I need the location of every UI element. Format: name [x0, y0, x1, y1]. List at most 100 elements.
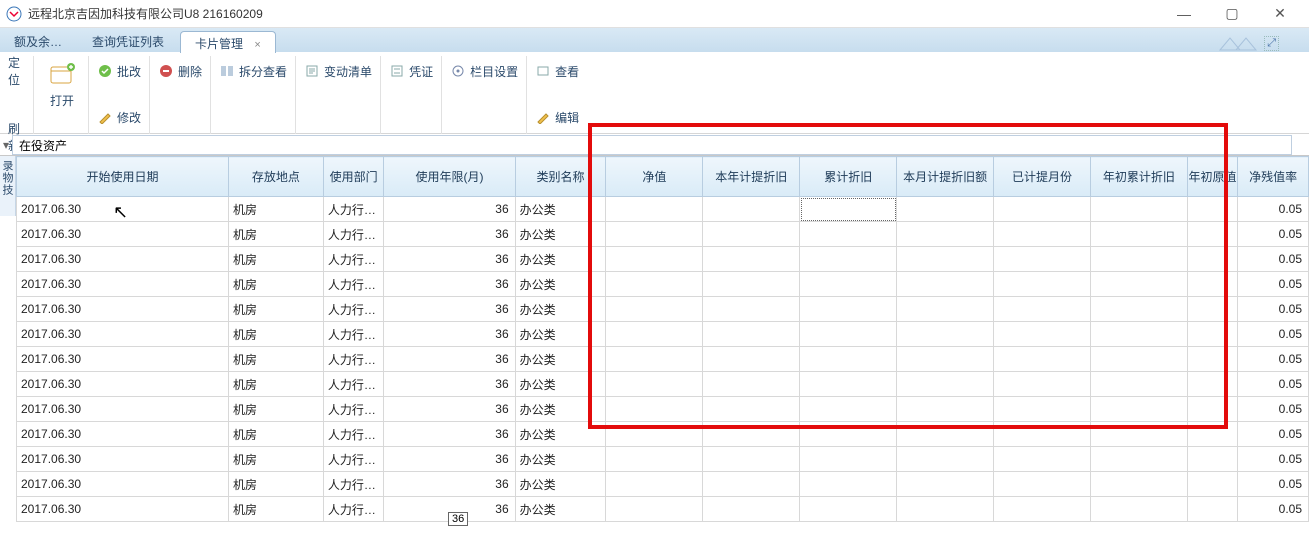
col-dept[interactable]: 使用部门 [323, 157, 384, 197]
cell-acc_dep[interactable] [800, 197, 897, 222]
cell-net_value[interactable] [606, 447, 703, 472]
table-row[interactable]: 2017.06.30机房人力行…36办公类0.05 [17, 272, 1309, 297]
cell-acc_dep[interactable] [800, 322, 897, 347]
cell-ytd_dep[interactable] [703, 347, 800, 372]
cell-acc_dep[interactable] [800, 297, 897, 322]
cell-life_months[interactable]: 36 [384, 422, 515, 447]
cell-yb_acc_dep[interactable] [1090, 472, 1187, 497]
tab-balance[interactable]: 额及余… [0, 30, 76, 52]
split-view-button[interactable]: 拆分查看 [237, 63, 289, 80]
cell-salvage_rate[interactable]: 0.05 [1238, 422, 1309, 447]
cell-salvage_rate[interactable]: 0.05 [1238, 347, 1309, 372]
cell-ytd_dep[interactable] [703, 472, 800, 497]
cell-acc_dep[interactable] [800, 422, 897, 447]
cell-life_months[interactable]: 36 [384, 297, 515, 322]
cell-yb_acc_dep[interactable] [1090, 272, 1187, 297]
cell-yb_orig[interactable] [1187, 497, 1237, 522]
cell-ytd_dep[interactable] [703, 247, 800, 272]
filter-input[interactable]: 在役资产 [12, 135, 1292, 155]
cell-yb_orig[interactable] [1187, 397, 1237, 422]
cell-salvage_rate[interactable]: 0.05 [1238, 397, 1309, 422]
cell-yb_orig[interactable] [1187, 422, 1237, 447]
cell-mtd_dep[interactable] [897, 497, 994, 522]
cell-salvage_rate[interactable]: 0.05 [1238, 497, 1309, 522]
cell-mtd_dep[interactable] [897, 397, 994, 422]
view-button[interactable]: 查看 [553, 63, 581, 80]
cell-months_dep[interactable] [994, 197, 1091, 222]
cell-acc_dep[interactable] [800, 497, 897, 522]
cell-location[interactable]: 机房 [228, 222, 323, 247]
cell-life_months[interactable]: 36 [384, 197, 515, 222]
cell-start_date[interactable]: 2017.06.30 [17, 197, 229, 222]
col-yb_orig[interactable]: 年初原值 [1187, 157, 1237, 197]
table-row[interactable]: 2017.06.30机房人力行…36办公类0.05 [17, 422, 1309, 447]
cell-life_months[interactable]: 36 [384, 222, 515, 247]
cell-net_value[interactable] [606, 322, 703, 347]
cell-mtd_dep[interactable] [897, 472, 994, 497]
cell-start_date[interactable]: 2017.06.30 [17, 422, 229, 447]
cell-location[interactable]: 机房 [228, 472, 323, 497]
col-yb_acc_dep[interactable]: 年初累计折旧 [1090, 157, 1187, 197]
cell-salvage_rate[interactable]: 0.05 [1238, 197, 1309, 222]
cell-dept[interactable]: 人力行… [323, 372, 384, 397]
cell-dept[interactable]: 人力行… [323, 322, 384, 347]
cell-yb_acc_dep[interactable] [1090, 322, 1187, 347]
cell-mtd_dep[interactable] [897, 347, 994, 372]
table-row[interactable]: 2017.06.30机房人力行…36办公类0.05 [17, 197, 1309, 222]
cell-category[interactable]: 办公类 [515, 347, 606, 372]
cell-category[interactable]: 办公类 [515, 247, 606, 272]
cell-life_months[interactable]: 36 [384, 247, 515, 272]
cell-mtd_dep[interactable] [897, 222, 994, 247]
cell-life_months[interactable]: 36 [384, 347, 515, 372]
maximize-button[interactable]: ▢ [1217, 4, 1247, 24]
cell-category[interactable]: 办公类 [515, 472, 606, 497]
table-row[interactable]: 2017.06.30机房人力行…36办公类0.05 [17, 222, 1309, 247]
cell-location[interactable]: 机房 [228, 197, 323, 222]
cell-life_months[interactable]: 36 [384, 447, 515, 472]
cell-ytd_dep[interactable] [703, 197, 800, 222]
cell-life_months[interactable]: 36 [384, 472, 515, 497]
cell-dept[interactable]: 人力行… [323, 447, 384, 472]
cell-salvage_rate[interactable]: 0.05 [1238, 247, 1309, 272]
cell-category[interactable]: 办公类 [515, 422, 606, 447]
cell-yb_orig[interactable] [1187, 372, 1237, 397]
cell-start_date[interactable]: 2017.06.30 [17, 322, 229, 347]
cell-start_date[interactable]: 2017.06.30 [17, 272, 229, 297]
cell-net_value[interactable] [606, 497, 703, 522]
cell-dept[interactable]: 人力行… [323, 247, 384, 272]
cell-net_value[interactable] [606, 472, 703, 497]
open-button[interactable]: 打开 [42, 56, 82, 111]
cell-location[interactable]: 机房 [228, 347, 323, 372]
cell-mtd_dep[interactable] [897, 247, 994, 272]
cell-yb_orig[interactable] [1187, 347, 1237, 372]
voucher-button[interactable]: 凭证 [407, 63, 435, 80]
cell-category[interactable]: 办公类 [515, 322, 606, 347]
table-row[interactable]: 2017.06.30机房人力行…36办公类0.05 [17, 497, 1309, 522]
cell-months_dep[interactable] [994, 372, 1091, 397]
cell-salvage_rate[interactable]: 0.05 [1238, 222, 1309, 247]
cell-dept[interactable]: 人力行… [323, 197, 384, 222]
cell-yb_orig[interactable] [1187, 247, 1237, 272]
cell-yb_orig[interactable] [1187, 472, 1237, 497]
cell-location[interactable]: 机房 [228, 372, 323, 397]
cell-yb_orig[interactable] [1187, 447, 1237, 472]
cell-months_dep[interactable] [994, 322, 1091, 347]
cell-ytd_dep[interactable] [703, 322, 800, 347]
cell-start_date[interactable]: 2017.06.30 [17, 447, 229, 472]
side-strip[interactable]: 录物技 [0, 156, 16, 216]
cell-start_date[interactable]: 2017.06.30 [17, 497, 229, 522]
cell-category[interactable]: 办公类 [515, 497, 606, 522]
col-start_date[interactable]: 开始使用日期 [17, 157, 229, 197]
col-months_dep[interactable]: 已计提月份 [994, 157, 1091, 197]
cell-ytd_dep[interactable] [703, 272, 800, 297]
cell-net_value[interactable] [606, 222, 703, 247]
cell-category[interactable]: 办公类 [515, 272, 606, 297]
cell-mtd_dep[interactable] [897, 322, 994, 347]
col-life_months[interactable]: 使用年限(月) [384, 157, 515, 197]
cell-dept[interactable]: 人力行… [323, 472, 384, 497]
expand-icon[interactable]: ⤢ [1264, 36, 1279, 51]
cell-net_value[interactable] [606, 197, 703, 222]
cell-start_date[interactable]: 2017.06.30 [17, 347, 229, 372]
table-row[interactable]: 2017.06.30机房人力行…36办公类0.05 [17, 472, 1309, 497]
col-settings-button[interactable]: 栏目设置 [468, 63, 520, 80]
